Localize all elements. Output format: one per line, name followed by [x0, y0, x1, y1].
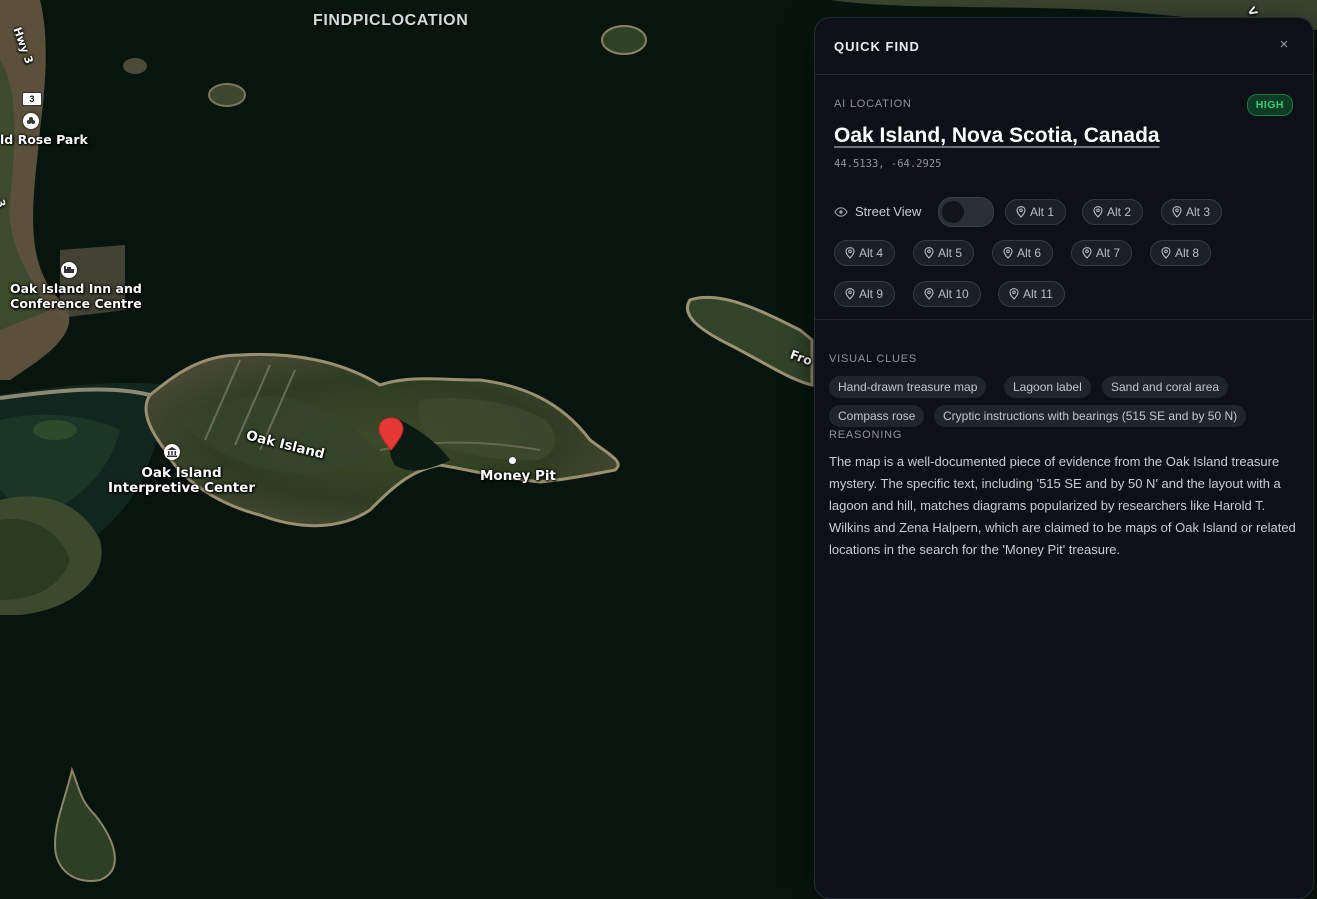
alt-chip-label: Alt 4 — [859, 246, 884, 260]
location-pin-icon — [924, 247, 934, 259]
street-view-label: Street View — [834, 204, 921, 219]
wild-rose-park-label[interactable]: ld Rose Park — [0, 132, 88, 147]
location-pin-icon — [1009, 288, 1019, 300]
brand-logo[interactable]: FINDPICLOCATION — [313, 12, 468, 30]
alt-chip-label: Alt 2 — [1107, 205, 1132, 219]
museum-icon[interactable] — [164, 444, 180, 460]
visual-clue-tag: Lagoon label — [1004, 376, 1091, 398]
location-pin-icon — [845, 288, 855, 300]
alt-chip-6[interactable]: Alt 6 — [992, 240, 1054, 266]
reasoning-text: The map is a well-documented piece of ev… — [829, 454, 1296, 557]
inn-label[interactable]: Oak Island Inn and Conference Centre — [10, 281, 142, 311]
flower-icon[interactable] — [23, 113, 39, 129]
location-pin-icon — [1082, 247, 1092, 259]
location-pin-icon — [1093, 206, 1103, 218]
location-pin-icon — [1161, 247, 1171, 259]
alt-chip-label: Alt 11 — [1023, 287, 1053, 301]
alt-chip-10[interactable]: Alt 10 — [913, 281, 981, 307]
visual-clues-label: VISUAL CLUES — [829, 353, 918, 365]
location-pin-icon — [1172, 206, 1182, 218]
panel-header: QUICK FIND × — [815, 18, 1313, 75]
money-pit-label[interactable]: Money Pit — [480, 469, 556, 484]
coordinates: 44.5133, -64.2925 — [834, 158, 942, 170]
map-pin-icon[interactable] — [378, 417, 404, 451]
ai-location-section: AI LOCATION HIGH Oak Island, Nova Scotia… — [815, 75, 1313, 320]
toggle-knob — [942, 201, 964, 223]
alt-chip-label: Alt 7 — [1096, 246, 1121, 260]
eye-icon — [834, 206, 848, 217]
location-pin-icon — [845, 247, 855, 259]
money-pit-marker[interactable] — [508, 456, 517, 465]
confidence-badge: HIGH — [1246, 94, 1293, 116]
alt-chip-4[interactable]: Alt 4 — [834, 240, 896, 266]
visual-clue-tag: Compass rose — [829, 405, 925, 427]
alt-chip-7[interactable]: Alt 7 — [1071, 240, 1133, 266]
panel-title: QUICK FIND — [834, 39, 920, 54]
street-view-text: Street View — [855, 204, 922, 219]
alt-chip-label: Alt 10 — [938, 287, 969, 301]
alt-chip-3[interactable]: Alt 3 — [1161, 199, 1223, 225]
alt-chip-label: Alt 9 — [859, 287, 884, 301]
visual-clue-tag: Cryptic instructions with bearings (515 … — [934, 405, 1247, 427]
close-icon[interactable]: × — [1277, 37, 1291, 52]
reasoning-label: REASONING — [829, 429, 903, 441]
highway-shield: 3 — [22, 92, 42, 106]
alt-chip-label: Alt 6 — [1017, 246, 1042, 260]
location-pin-icon — [924, 288, 934, 300]
alt-chip-1[interactable]: Alt 1 — [1005, 199, 1067, 225]
alt-chip-9[interactable]: Alt 9 — [834, 281, 896, 307]
visual-clue-tag: Sand and coral area — [1102, 376, 1229, 398]
alt-chip-label: Alt 5 — [938, 246, 963, 260]
alt-chip-11[interactable]: Alt 11 — [998, 281, 1065, 307]
interpretive-center-label[interactable]: Oak Island Interpretive Center — [108, 466, 255, 496]
location-pin-icon — [1003, 247, 1013, 259]
ai-location-label: AI LOCATION — [834, 98, 912, 110]
alt-chip-label: Alt 1 — [1030, 205, 1055, 219]
alt-chip-label: Alt 8 — [1175, 246, 1200, 260]
alt-chip-2[interactable]: Alt 2 — [1082, 199, 1144, 225]
alt-chip-8[interactable]: Alt 8 — [1150, 240, 1212, 266]
street-view-toggle[interactable] — [938, 197, 994, 227]
location-name[interactable]: Oak Island, Nova Scotia, Canada — [834, 124, 1160, 148]
bed-icon[interactable] — [61, 262, 77, 278]
quick-find-panel: QUICK FIND × AI LOCATION HIGH Oak Island… — [814, 17, 1314, 899]
alt-chip-label: Alt 3 — [1186, 205, 1211, 219]
alt-chip-5[interactable]: Alt 5 — [913, 240, 975, 266]
visual-clue-tag: Hand-drawn treasure map — [829, 376, 987, 398]
location-pin-icon — [1016, 206, 1026, 218]
